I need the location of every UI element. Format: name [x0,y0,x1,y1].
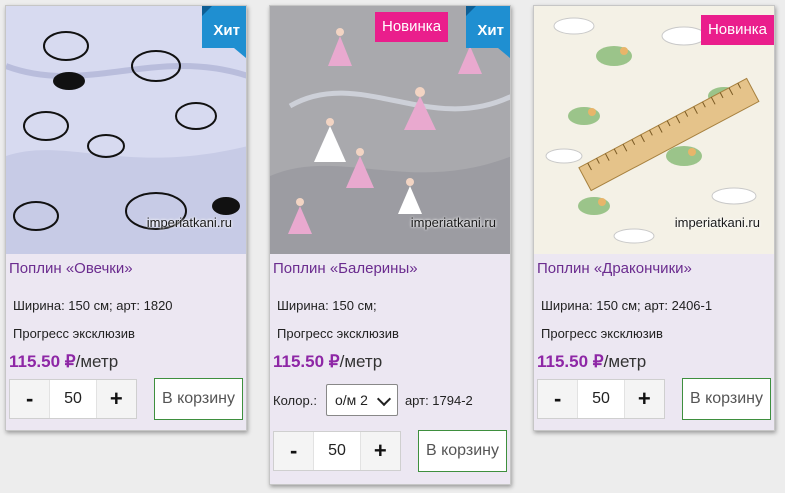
quantity-input[interactable]: 50 [49,380,97,418]
hit-badge: Хит [202,6,246,58]
purchase-controls: - 50 + В корзину [273,430,510,472]
add-to-cart-button[interactable]: В корзину [682,378,771,420]
product-card-ovechki: Хит imperiatkani.ru Поплин «Овечки» Шири… [5,5,247,431]
purchase-controls: - 50 + В корзину [9,378,246,420]
decrease-button[interactable]: - [10,380,49,418]
product-title[interactable]: Поплин «Дракончики» [534,254,774,282]
product-price: 115.50 ₽/метр [6,352,246,372]
product-price: 115.50 ₽/метр [270,352,510,372]
decrease-button[interactable]: - [538,380,577,418]
add-to-cart-button[interactable]: В корзину [154,378,243,420]
price-unit: /метр [75,352,119,371]
color-select[interactable]: о/м 2 [325,384,398,416]
quantity-stepper: - 50 + [537,379,665,419]
product-card-drakonchiki: Новинка imperiatkani.ru Поплин «Дракончи… [533,5,775,431]
product-image[interactable]: Хит imperiatkani.ru [6,6,246,254]
new-badge: Новинка [375,12,449,42]
article-number: арт: 1794-2 [404,392,473,408]
price-unit: /метр [603,352,647,371]
decrease-button[interactable]: - [274,432,313,470]
product-spec-collection: Прогресс эксклюзив [541,326,663,341]
product-spec-collection: Прогресс эксклюзив [277,326,399,341]
product-spec-width: Ширина: 150 см; арт: 1820 [13,298,173,313]
product-title[interactable]: Поплин «Овечки» [6,254,246,282]
color-selector-row: Колор.: о/м 2 арт: 1794-2 [273,384,510,416]
hit-badge-label: Хит [213,22,240,39]
price-value: 115.50 ₽ [9,352,76,371]
watermark: imperiatkani.ru [146,215,232,230]
increase-button[interactable]: + [625,380,664,418]
hit-badge-label: Хит [477,22,504,39]
hit-badge: Хит [466,6,510,58]
watermark: imperiatkani.ru [674,215,760,230]
product-title[interactable]: Поплин «Балерины» [270,254,510,282]
product-image[interactable]: Новинка imperiatkani.ru [534,6,774,254]
color-label: Колор.: [273,392,317,408]
quantity-stepper: - 50 + [273,431,401,471]
price-value: 115.50 ₽ [273,352,340,371]
quantity-input[interactable]: 50 [577,380,625,418]
product-card-baleriny: Новинка Хит imperiatkani.ru Поплин «Бале… [269,5,511,485]
chevron-down-icon [376,391,392,407]
product-price: 115.50 ₽/метр [534,352,774,372]
increase-button[interactable]: + [97,380,136,418]
product-spec-collection: Прогресс эксклюзив [13,326,135,341]
quantity-stepper: - 50 + [9,379,137,419]
price-value: 115.50 ₽ [537,352,604,371]
watermark: imperiatkani.ru [410,215,496,230]
product-spec-width: Ширина: 150 см; [277,298,377,313]
product-spec-width: Ширина: 150 см; арт: 2406-1 [541,298,713,313]
price-unit: /метр [339,352,383,371]
add-to-cart-button[interactable]: В корзину [418,430,507,472]
increase-button[interactable]: + [361,432,400,470]
product-image[interactable]: Новинка Хит imperiatkani.ru [270,6,510,254]
quantity-input[interactable]: 50 [313,432,361,470]
purchase-controls: - 50 + В корзину [537,378,774,420]
new-badge: Новинка [700,15,774,45]
color-selected-value: о/м 2 [334,392,368,408]
